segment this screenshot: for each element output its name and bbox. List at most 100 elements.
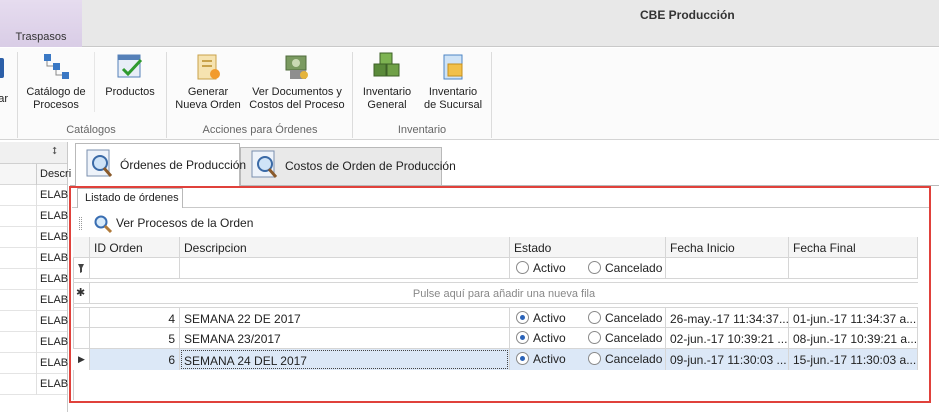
products-label: Productos: [105, 86, 155, 98]
filter-fecha-final[interactable]: [789, 258, 918, 279]
search-document-icon: [84, 148, 116, 180]
tab-ordenes-produccion[interactable]: Órdenes de Producción: [75, 143, 246, 186]
new-row-icon: ✱: [76, 287, 86, 299]
cancelado-label: Cancelado: [605, 352, 663, 366]
radio-icon: [588, 331, 601, 344]
list-item[interactable]: ELAB: [0, 227, 69, 248]
list-item-text: ELAB: [40, 231, 69, 243]
column-header-fecha-final[interactable]: Fecha Final: [789, 237, 918, 258]
list-item[interactable]: ELAB: [0, 374, 68, 395]
new-row-hint: Pulse aquí para añadir una nueva fila: [412, 288, 596, 300]
cell-descripcion[interactable]: SEMANA 22 DE 2017: [180, 308, 510, 329]
list-item[interactable]: ELAB: [0, 185, 69, 206]
cell-estado: Activo Cancelado: [510, 328, 666, 349]
list-item-text: ELAB: [40, 315, 69, 327]
left-panel-header: ⭥: [0, 142, 67, 164]
list-item[interactable]: ELAB: [0, 248, 68, 269]
branch-inventory-icon: [438, 52, 468, 82]
new-order-button[interactable]: Generar Nueva Orden: [170, 50, 246, 112]
general-inventory-button[interactable]: Inventario General: [358, 50, 416, 112]
cell-descripcion[interactable]: SEMANA 23/2017: [180, 328, 510, 349]
filter-activo-radio[interactable]: Activo: [516, 261, 566, 275]
tab-costos-orden[interactable]: Costos de Orden de Producción: [240, 147, 456, 185]
radio-icon: [516, 261, 529, 274]
filter-id[interactable]: [90, 258, 180, 279]
cancelado-radio[interactable]: Cancelado: [588, 352, 662, 366]
list-item-text: ELAB: [40, 294, 69, 306]
cell-id[interactable]: 4: [90, 308, 180, 329]
process-catalog-button[interactable]: Catálogo de Procesos: [22, 50, 90, 112]
list-item-text: ELAB: [40, 189, 69, 201]
documents-costs-button[interactable]: Ver Documentos y Costos del Proceso: [248, 50, 346, 112]
row-indicator-header: [73, 237, 90, 258]
ribbon-separator: [491, 52, 492, 138]
activo-label: Activo: [533, 331, 566, 345]
column-header-descripcion[interactable]: Descripcion: [180, 237, 510, 258]
cell-fecha-inicio[interactable]: 02-jun.-17 10:39:21 ...: [666, 328, 789, 349]
activo-radio[interactable]: Activo: [516, 352, 566, 366]
cell-descripcion[interactable]: SEMANA 24 DEL 2017: [180, 349, 510, 370]
general-inventory-icon: [372, 52, 402, 82]
list-item[interactable]: ELAB: [0, 269, 68, 290]
activo-radio[interactable]: Activo: [516, 331, 566, 345]
radio-icon: [588, 261, 601, 274]
pin-icon[interactable]: ⭥: [52, 146, 57, 157]
cell-descripcion-focused[interactable]: SEMANA 24 DEL 2017: [181, 350, 508, 369]
column-header-estado[interactable]: Estado: [510, 237, 666, 258]
list-item-text: ELAB: [40, 357, 69, 369]
new-order-label-2: Nueva Orden: [175, 99, 241, 111]
cell-id[interactable]: 5: [90, 328, 180, 349]
cell-fecha-final[interactable]: 08-jun.-17 10:39:21 a...: [789, 328, 918, 349]
left-panel-column-header[interactable]: Descri: [0, 164, 71, 185]
list-item[interactable]: ELAB: [0, 332, 68, 353]
current-row-arrow-icon: ▶: [78, 354, 85, 364]
ribbon-tab-traspasos[interactable]: Traspasos: [0, 31, 82, 48]
column-header-fecha-inicio[interactable]: Fecha Inicio: [666, 237, 789, 258]
cell-estado: Activo Cancelado: [510, 308, 666, 329]
filter-activo-label: Activo: [533, 261, 566, 275]
filter-cancelado-radio[interactable]: Cancelado: [588, 261, 662, 275]
filter-descripcion[interactable]: [180, 258, 510, 279]
list-item[interactable]: ELAB: [0, 290, 69, 311]
toolbar-grip[interactable]: [79, 217, 82, 230]
cancelado-radio[interactable]: Cancelado: [588, 331, 662, 345]
filter-fecha-inicio[interactable]: [666, 258, 789, 279]
new-order-icon: [193, 52, 223, 82]
grid-header-row: ID Orden Descripcion Estado Fecha Inicio…: [73, 237, 918, 258]
ribbon-button-cut-label: ar: [0, 93, 8, 105]
column-header-id[interactable]: ID Orden: [90, 237, 180, 258]
radio-icon: [588, 352, 601, 365]
documents-costs-icon: [282, 52, 312, 82]
list-item[interactable]: ELAB: [0, 206, 69, 227]
left-panel-column-label: Descri: [40, 168, 72, 180]
ribbon-separator: [17, 52, 18, 138]
documents-costs-label-1: Ver Documentos y: [252, 86, 342, 98]
tab-costos-orden-label: Costos de Orden de Producción: [285, 159, 456, 173]
cancelado-label: Cancelado: [605, 331, 663, 345]
cell-fecha-final[interactable]: 15-jun.-17 11:30:03 a...: [789, 349, 918, 370]
cell-id[interactable]: 6: [90, 349, 180, 370]
tab-listado-ordenes[interactable]: Listado de órdenes: [77, 188, 183, 208]
process-catalog-label-1: Catálogo de: [26, 86, 86, 98]
branch-inventory-label-1: Inventario: [428, 86, 478, 98]
activo-radio[interactable]: Activo: [516, 311, 566, 325]
radio-icon: [516, 331, 529, 344]
cell-fecha-inicio[interactable]: 26-may.-17 11:34:37...: [666, 308, 789, 329]
ribbon-button-cut-off[interactable]: ar: [0, 50, 8, 106]
filter-row: Activo Cancelado: [73, 258, 918, 279]
table-row-selected[interactable]: ▶ 6 SEMANA 24 DEL 2017 Activo Cancelado …: [73, 349, 918, 370]
ribbon-separator: [352, 52, 353, 138]
table-row[interactable]: 4 SEMANA 22 DE 2017 Activo Cancelado 26-…: [73, 307, 918, 329]
cell-fecha-inicio[interactable]: 09-jun.-17 11:30:03 ...: [666, 349, 789, 370]
cancelado-radio[interactable]: Cancelado: [588, 311, 662, 325]
branch-inventory-button[interactable]: Inventario de Sucursal: [420, 50, 486, 112]
cell-fecha-final[interactable]: 01-jun.-17 11:34:37 a...: [789, 308, 918, 329]
activo-label: Activo: [533, 352, 566, 366]
list-item[interactable]: ELAB: [0, 311, 69, 332]
list-item-text: ELAB: [40, 210, 69, 222]
table-row[interactable]: 5 SEMANA 23/2017 Activo Cancelado 02-jun…: [73, 328, 918, 349]
products-button[interactable]: Productos: [100, 50, 160, 99]
list-item[interactable]: ELAB: [0, 353, 69, 374]
new-row[interactable]: ✱ Pulse aquí para añadir una nueva fila: [73, 282, 918, 304]
ribbon-group-inventario: Inventario: [397, 124, 447, 136]
